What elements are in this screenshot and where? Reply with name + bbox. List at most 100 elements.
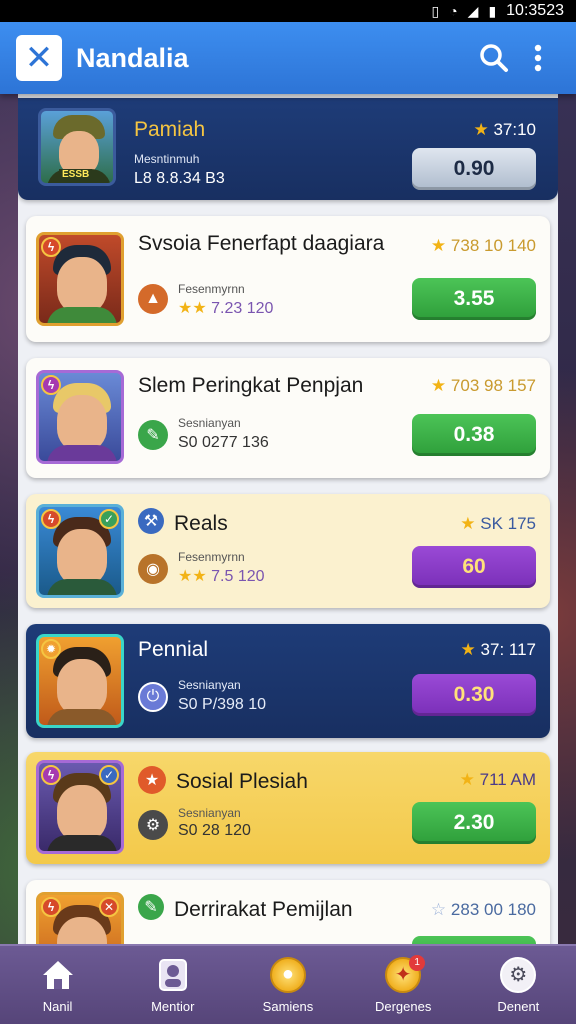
card-sub-value-text: 7.5 120 — [211, 568, 265, 585]
card-title: Sosial Plesiah — [176, 770, 308, 793]
ranking-list[interactable]: ESSB Pamiah Mesntinmuh L8 8.8.34 B3 ★ 37… — [18, 94, 558, 946]
avatar: ✹ — [36, 634, 124, 728]
card-rating: ★ 37: 117 — [461, 640, 536, 660]
nav-label: Denent — [497, 998, 540, 1014]
rating-value: SK 175 — [480, 514, 536, 533]
rating-value: 283 00 180 — [450, 900, 536, 919]
battery-icon: ▮ — [488, 2, 497, 19]
star-icon: ★ — [430, 376, 447, 395]
power-icon: ⏻ — [138, 682, 168, 712]
skill-badge-icon: ✕ — [99, 897, 119, 917]
list-item[interactable]: ϟ ✕ ✎ Derrirakat Pemijlan ☆ 283 00 180 — [26, 880, 550, 946]
card-rating: ★ 711 AM — [460, 770, 536, 790]
rating-value: 738 10 140 — [450, 236, 536, 255]
star-icon: ★ — [430, 236, 447, 255]
score-button[interactable]: 2.30 — [412, 802, 536, 844]
leaf-icon: ✎ — [138, 894, 164, 920]
avatar: ESSB — [38, 108, 116, 186]
nav-item-denent[interactable]: ⚙ Denent — [468, 956, 568, 1014]
avatar: ϟ ✓ — [36, 504, 124, 598]
nav-item-dergenes[interactable]: ✦ 1 Dergenes — [353, 954, 453, 1014]
element-badge-icon: ϟ — [41, 509, 61, 529]
card-sub-value: L8 8.8.34 B3 — [134, 170, 225, 187]
card-rating: ★ 703 98 157 — [431, 376, 536, 396]
app-bar: ✕ Nandalia — [0, 22, 576, 94]
emblem-icon: ◉ — [138, 554, 168, 584]
card-title: Reals — [174, 512, 228, 535]
card-sub-value: S0 P/398 10 — [178, 696, 267, 713]
app-title: Nandalia — [76, 42, 189, 73]
element-badge-icon: ϟ — [41, 897, 61, 917]
card-rating: ★ 738 10 140 — [431, 236, 536, 256]
avatar: ϟ — [36, 370, 124, 464]
status-bar: ▯ ◔ ◢ ▮ 10:3523 — [0, 0, 576, 22]
avatar-tag: ESSB — [59, 169, 93, 180]
score-button[interactable]: 0.90 — [412, 148, 536, 190]
list-item[interactable]: ϟ Slem Peringkat Penpjan ✎ Sesnianyan S0… — [26, 358, 550, 478]
skill-badge-icon: ✓ — [99, 509, 119, 529]
more-vert-icon — [534, 44, 542, 72]
nav-item-mentor[interactable]: Mentior — [123, 957, 223, 1014]
list-item[interactable]: ϟ ✓ ★ Sosial Plesiah ⚙ Sesnianyan S0 28 … — [26, 752, 550, 864]
search-icon — [480, 44, 508, 72]
card-sub-label: Sesnianyan — [178, 806, 241, 820]
list-item[interactable]: ✹ Pennial ⏻ Sesnianyan S0 P/398 10 ★ 37:… — [26, 624, 550, 738]
score-button[interactable]: 60 — [412, 546, 536, 588]
element-badge-icon: ϟ — [41, 375, 61, 395]
card-sub-label: Mesntinmuh — [134, 152, 200, 166]
close-x-icon[interactable]: ✕ — [16, 35, 62, 81]
element-badge-icon: ϟ — [41, 237, 61, 257]
bottom-nav: Nanil Mentior ● Samiens ✦ 1 Dergenes ⚙ D… — [0, 944, 576, 1024]
signal-icon: ◢ — [467, 2, 479, 19]
stars-icon: ★★ — [178, 300, 207, 317]
profile-card-icon — [155, 957, 191, 993]
card-sub-label: Fesenmyrnn — [178, 550, 245, 564]
card-title: Svsoia Fenerfapt daagiara — [138, 232, 385, 255]
card-sub-value: ★★ 7.23 120 — [178, 298, 273, 318]
star-icon: ★ — [459, 770, 475, 789]
settings-icon: ⚙ — [500, 956, 537, 993]
element-badge-icon: ϟ — [41, 765, 61, 785]
skill-badge-icon: ✓ — [99, 765, 119, 785]
card-sub-value: S0 28 120 — [178, 822, 251, 839]
stars-icon: ★★ — [178, 568, 207, 585]
list-item[interactable]: ϟ ✓ ⚒ Reals ◉ Fesenmyrnn ★★ 7.5 120 ★ SK… — [26, 494, 550, 608]
rating-value: 37: 117 — [480, 640, 536, 659]
score-button[interactable]: 3.55 — [412, 278, 536, 320]
gear-icon: ⚙ — [138, 810, 168, 840]
star-icon: ★ — [460, 640, 476, 659]
card-rating: ★ SK 175 — [460, 514, 536, 534]
nav-label: Mentior — [151, 998, 195, 1014]
coin-icon: ● — [269, 956, 306, 993]
leaf-icon: ✎ — [138, 420, 168, 450]
gift-icon: ✦ 1 — [385, 954, 426, 993]
list-item[interactable]: ESSB Pamiah Mesntinmuh L8 8.8.34 B3 ★ 37… — [18, 98, 558, 200]
star-icon: ★ — [460, 514, 476, 533]
card-title: Derrirakat Pemijlan — [174, 898, 353, 921]
search-button[interactable] — [472, 36, 516, 80]
more-options-button[interactable] — [516, 36, 560, 80]
score-button[interactable]: 0.30 — [412, 674, 536, 716]
list-item[interactable]: ϟ Svsoia Fenerfapt daagiara ▲ Fesenmyrnn… — [26, 216, 550, 342]
star-outline-icon: ☆ — [430, 900, 447, 919]
card-sub-value: ★★ 7.5 120 — [178, 566, 265, 586]
star-icon: ★ — [473, 120, 489, 139]
emblem-icon: ▲ — [138, 284, 168, 314]
home-icon — [40, 957, 76, 993]
card-title: Pennial — [138, 638, 209, 661]
nav-item-samiens[interactable]: ● Samiens — [238, 956, 338, 1014]
rating-value: 711 AM — [479, 770, 536, 789]
avatar: ϟ ✓ — [36, 760, 124, 854]
avatar: ϟ ✕ — [36, 892, 124, 946]
nav-label: Nanil — [42, 998, 73, 1014]
nav-label: Samiens — [262, 998, 314, 1014]
score-button[interactable]: 0.38 — [412, 414, 536, 456]
card-title: Pamiah — [134, 118, 206, 141]
star-badge-icon: ★ — [138, 766, 166, 794]
card-sub-label: Fesenmyrnn — [178, 282, 245, 296]
card-rating: ☆ 283 00 180 — [431, 900, 536, 920]
card-sub-label: Sesnianyan — [178, 678, 241, 692]
status-time: 10:3523 — [506, 2, 564, 19]
element-badge-icon: ✹ — [41, 639, 61, 659]
nav-item-home[interactable]: Nanil — [8, 957, 108, 1014]
